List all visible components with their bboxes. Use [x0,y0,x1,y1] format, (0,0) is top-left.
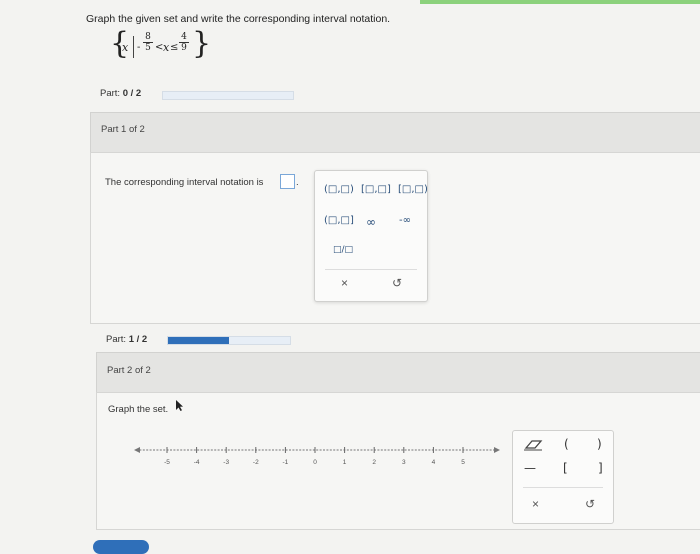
segment-tool[interactable]: — [524,461,536,475]
problem-prompt: Graph the given set and write the corres… [86,13,391,25]
left-sign: - [137,42,141,53]
number-line-label: -5 [164,459,170,466]
undo-graph-icon[interactable]: ↺ [585,497,595,511]
closed-open-interval-button[interactable]: [□,□) [398,184,428,195]
number-line-label: 3 [402,459,406,466]
number-line-label: 4 [432,459,436,466]
answer-suffix: . [296,177,299,188]
clear-icon[interactable]: × [341,276,348,290]
interval-palette: (□,□) [□,□] [□,□) (□,□] ∞ -∞ □/□ × ↺ [314,170,428,302]
fraction-button[interactable]: □/□ [333,245,353,255]
closed-closed-interval-button[interactable]: [□,□] [361,184,391,195]
part2-header: Part 2 of 2 [96,352,700,394]
open-bracket-tool[interactable]: [ [563,461,568,475]
number-line-label: -3 [223,459,229,466]
open-open-interval-button[interactable]: (□,□) [324,184,354,195]
close-brace: } [192,26,212,61]
number-line-label: 0 [313,459,317,466]
number-line-label: 1 [343,459,347,466]
right-arrow-icon [494,447,500,453]
progress-fill-mid [168,337,229,344]
number-line-label: 2 [372,459,376,466]
close-bracket-tool[interactable]: ] [598,461,603,475]
undo-icon[interactable]: ↺ [392,276,402,290]
eraser-icon[interactable] [522,438,544,452]
toolbox-separator [523,487,603,488]
such-that-bar [133,36,134,58]
number-line-label: 5 [461,459,465,466]
part2-header-label: Part 2 of 2 [107,365,151,376]
right-fraction: 49 [179,32,189,53]
palette-separator [325,269,417,270]
interval-prompt: The corresponding interval notation is [105,177,264,188]
set-variable: x [122,41,129,54]
part-progress-mid: Part: 1 / 2 [106,334,148,345]
part-progress-top: Part: 0 / 2 [100,88,142,99]
mouse-cursor-icon [176,400,183,411]
open-paren-tool[interactable]: ( [564,437,569,451]
infinity-button[interactable]: ∞ [366,215,376,229]
number-line-label: -4 [194,459,200,466]
next-part-button[interactable] [93,540,149,554]
graph-instruction: Graph the set. [108,404,169,415]
graph-toolbox: ( ) — [ ] × ↺ [512,430,614,524]
part1-header: Part 1 of 2 [90,112,700,154]
number-line-label: -2 [253,459,259,466]
progress-bar-top [162,91,294,100]
close-paren-tool[interactable]: ) [597,437,602,451]
middle-variable: x [163,41,170,54]
number-line[interactable]: -5 -4 -3 -2 -1 0 1 2 3 4 5 [134,442,500,468]
clear-graph-icon[interactable]: × [532,497,539,511]
interval-answer-input[interactable] [280,174,295,189]
part1-header-label: Part 1 of 2 [101,124,145,135]
open-closed-interval-button[interactable]: (□,□] [324,215,354,226]
progress-bar-mid [167,336,291,345]
right-operator: ≤ [170,42,179,53]
left-fraction: 85 [143,32,153,53]
negative-infinity-button[interactable]: -∞ [399,215,411,226]
top-accent-bar [420,0,700,4]
number-line-label: -1 [283,459,289,466]
left-arrow-icon [134,447,140,453]
